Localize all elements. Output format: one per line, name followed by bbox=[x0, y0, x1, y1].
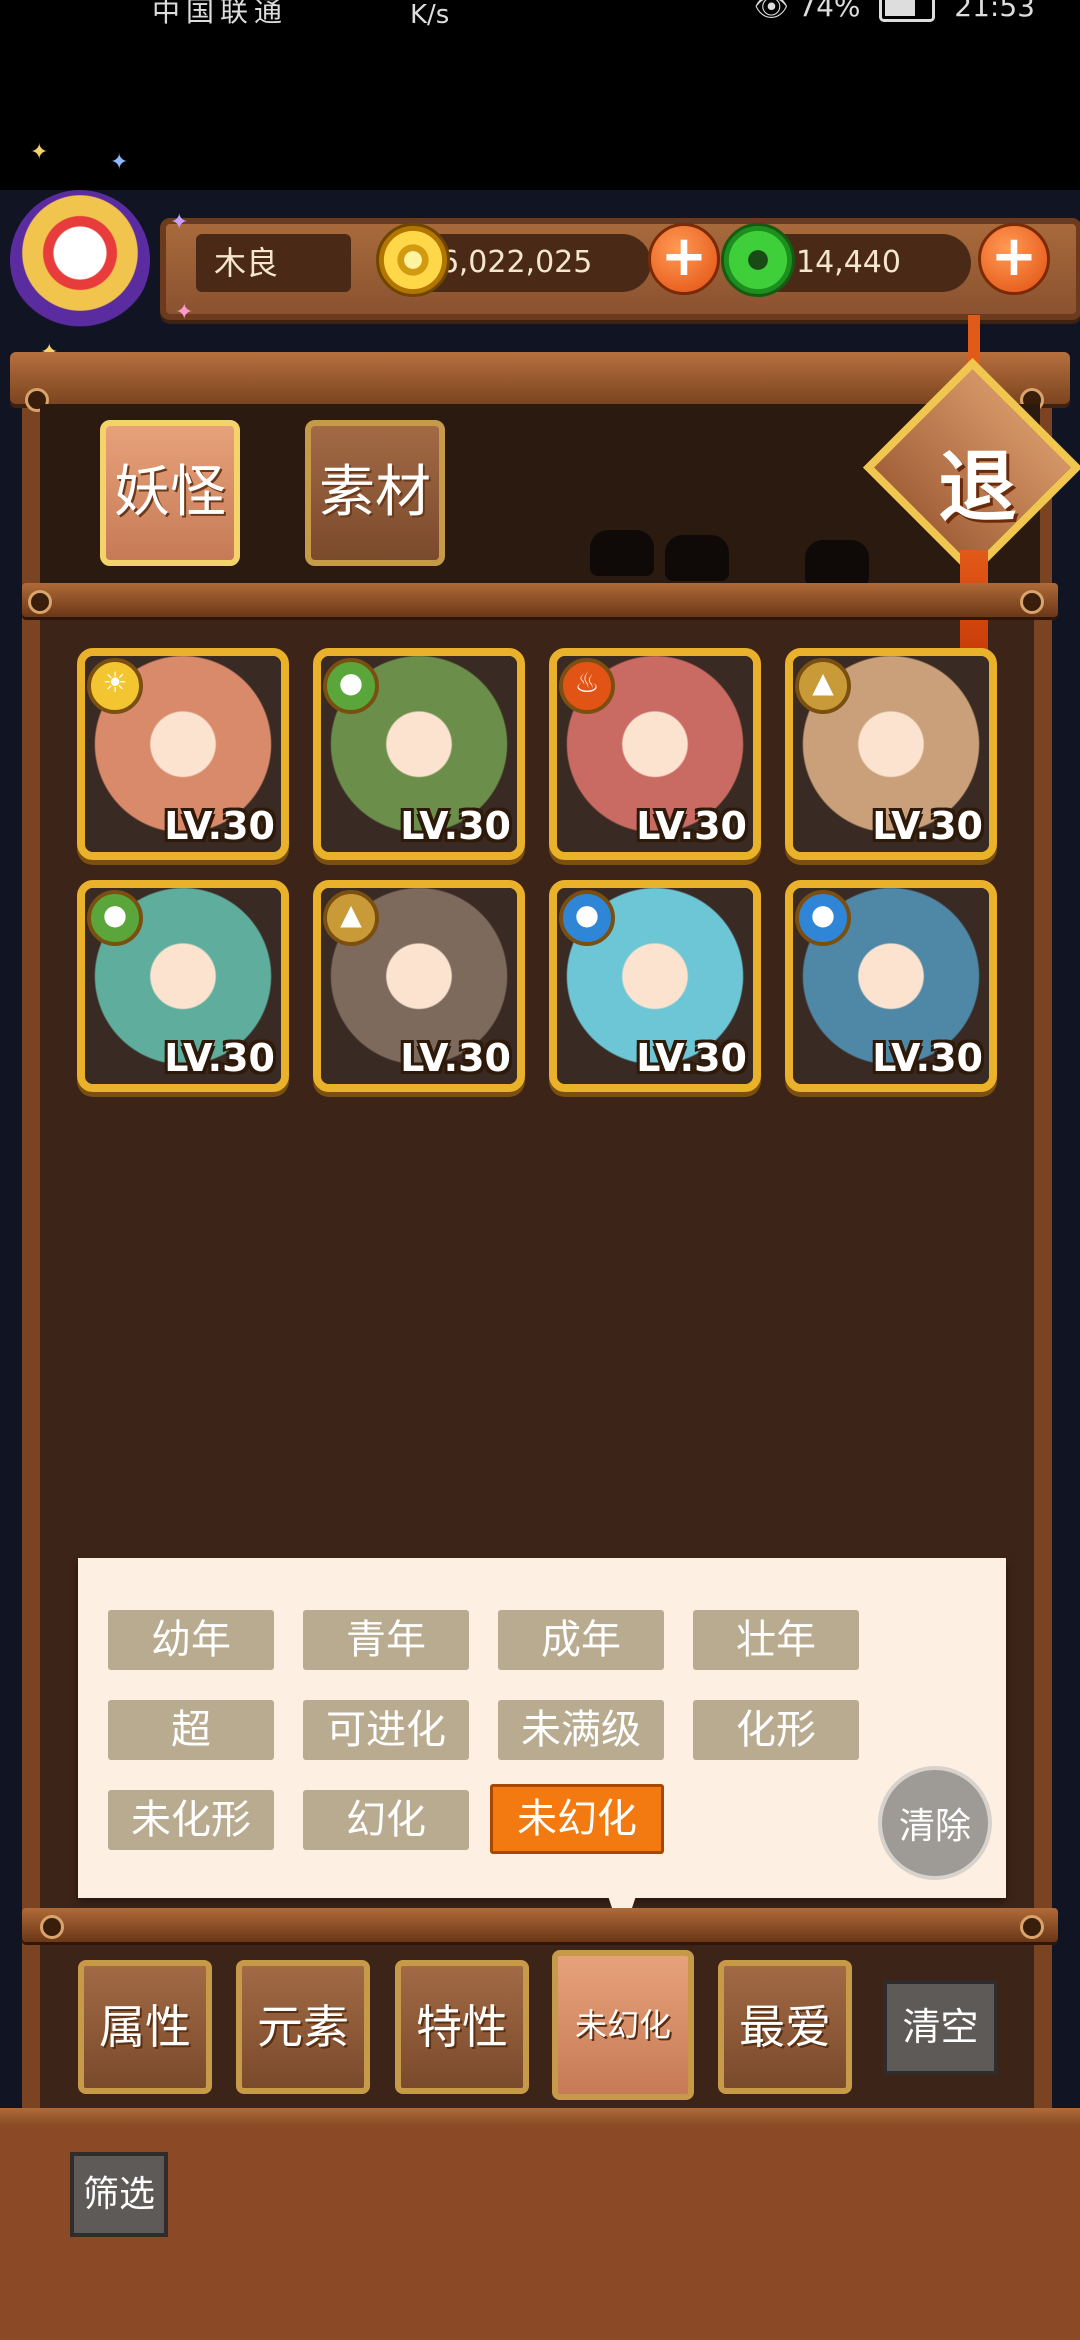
filter-chip-not-illusion[interactable]: 未幻化 bbox=[490, 1784, 664, 1854]
yokai-card[interactable]: ▲ LV.30 bbox=[313, 880, 525, 1092]
filter-chip-prime[interactable]: 壮年 bbox=[693, 1610, 859, 1670]
clock: 21:53 bbox=[954, 0, 1035, 23]
filter-chip-illusion[interactable]: 幻化 bbox=[303, 1790, 469, 1850]
tab-attributes[interactable]: 属性 bbox=[78, 1960, 212, 2094]
yokai-card[interactable]: ● LV.30 bbox=[77, 880, 289, 1092]
filter-chip-not-transformed[interactable]: 未化形 bbox=[108, 1790, 274, 1850]
tab-yokai[interactable]: 妖怪 bbox=[100, 420, 240, 566]
yokai-card[interactable]: ♨ LV.30 bbox=[549, 648, 761, 860]
player-avatar[interactable] bbox=[10, 190, 150, 330]
filter-panel: 幼年 青年 成年 壮年 超 可进化 未满级 化形 未化形 幻化 未幻化 清除 bbox=[78, 1558, 1006, 1898]
yokai-level: LV.30 bbox=[164, 804, 275, 848]
sparkle-icon: ✦ bbox=[30, 140, 49, 165]
jade-amount: 14,440 bbox=[796, 245, 901, 280]
battery-percent: 74% bbox=[798, 0, 861, 23]
add-jade-button[interactable]: + bbox=[978, 223, 1050, 295]
sparkle-icon: ✦ bbox=[170, 210, 189, 235]
filter-chip-transformed[interactable]: 化形 bbox=[693, 1700, 859, 1760]
filter-chip-young[interactable]: 幼年 bbox=[108, 1610, 274, 1670]
light-element-icon: ☀ bbox=[87, 658, 143, 714]
clear-filter-button[interactable]: 清除 bbox=[878, 1766, 992, 1880]
jade-coin-icon bbox=[721, 223, 795, 297]
sparkle-icon: ✦ bbox=[175, 300, 194, 325]
yokai-level: LV.30 bbox=[636, 1036, 747, 1080]
filter-button[interactable]: 筛选 bbox=[70, 2152, 168, 2237]
rivet bbox=[40, 1915, 64, 1939]
network-speed: K/s bbox=[410, 0, 450, 30]
yokai-level: LV.30 bbox=[636, 804, 747, 848]
status-bar: 中国联通 K/s 👁 74% 21:53 bbox=[0, 0, 1080, 40]
tab-elements[interactable]: 元素 bbox=[236, 1960, 370, 2094]
yokai-card[interactable]: ☀ LV.30 bbox=[77, 648, 289, 860]
water-element-icon: ● bbox=[559, 890, 615, 946]
exit-label[interactable]: 退 bbox=[905, 425, 1050, 537]
filter-chip-evolvable[interactable]: 可进化 bbox=[303, 1700, 469, 1760]
tab-not-illusion[interactable]: 未幻化 bbox=[552, 1950, 694, 2100]
yokai-card[interactable]: ▲ LV.30 bbox=[785, 648, 997, 860]
earth-element-icon: ▲ bbox=[795, 658, 851, 714]
shelf-rail bbox=[22, 1908, 1058, 1942]
yokai-card[interactable]: ● LV.30 bbox=[785, 880, 997, 1092]
wood-element-icon: ● bbox=[323, 658, 379, 714]
resource-bar: 木良 6,022,025 + 14,440 + bbox=[160, 218, 1080, 320]
clear-all-button[interactable]: 清空 bbox=[883, 1980, 998, 2075]
yokai-level: LV.30 bbox=[872, 804, 983, 848]
rivet bbox=[1020, 1915, 1044, 1939]
yokai-level: LV.30 bbox=[872, 1036, 983, 1080]
yokai-level: LV.30 bbox=[164, 1036, 275, 1080]
yokai-card[interactable]: ● LV.30 bbox=[313, 648, 525, 860]
status-right: 👁 74% 21:53 bbox=[754, 0, 1035, 23]
shelf-rail bbox=[22, 583, 1058, 617]
tab-traits[interactable]: 特性 bbox=[395, 1960, 529, 2094]
carrier-name: 中国联通 bbox=[152, 0, 289, 28]
eye-icon: 👁 bbox=[753, 0, 790, 23]
player-name: 木良 bbox=[196, 234, 351, 292]
add-gold-button[interactable]: + bbox=[648, 223, 720, 295]
yokai-level: LV.30 bbox=[400, 1036, 511, 1080]
wood-element-icon: ● bbox=[87, 890, 143, 946]
filter-chip-super[interactable]: 超 bbox=[108, 1700, 274, 1760]
battery-icon bbox=[879, 0, 936, 22]
fire-element-icon: ♨ bbox=[559, 658, 615, 714]
rivet bbox=[28, 590, 52, 614]
gold-coin-icon bbox=[376, 223, 450, 297]
yokai-card[interactable]: ● LV.30 bbox=[549, 880, 761, 1092]
sparkle-icon: ✦ bbox=[110, 150, 129, 175]
gold-amount: 6,022,025 bbox=[439, 245, 593, 280]
yokai-level: LV.30 bbox=[400, 804, 511, 848]
water-element-icon: ● bbox=[795, 890, 851, 946]
filter-chip-not-max-level[interactable]: 未满级 bbox=[498, 1700, 664, 1760]
tab-materials[interactable]: 素材 bbox=[305, 420, 445, 566]
shadow-creature bbox=[665, 535, 729, 581]
tab-favorites[interactable]: 最爱 bbox=[718, 1960, 852, 2094]
shadow-creature bbox=[805, 540, 869, 586]
earth-element-icon: ▲ bbox=[323, 890, 379, 946]
rivet bbox=[1020, 590, 1044, 614]
frame-top-beam bbox=[10, 352, 1070, 404]
filter-chip-adult[interactable]: 成年 bbox=[498, 1610, 664, 1670]
filter-chip-youth[interactable]: 青年 bbox=[303, 1610, 469, 1670]
shadow-creature bbox=[590, 530, 654, 576]
